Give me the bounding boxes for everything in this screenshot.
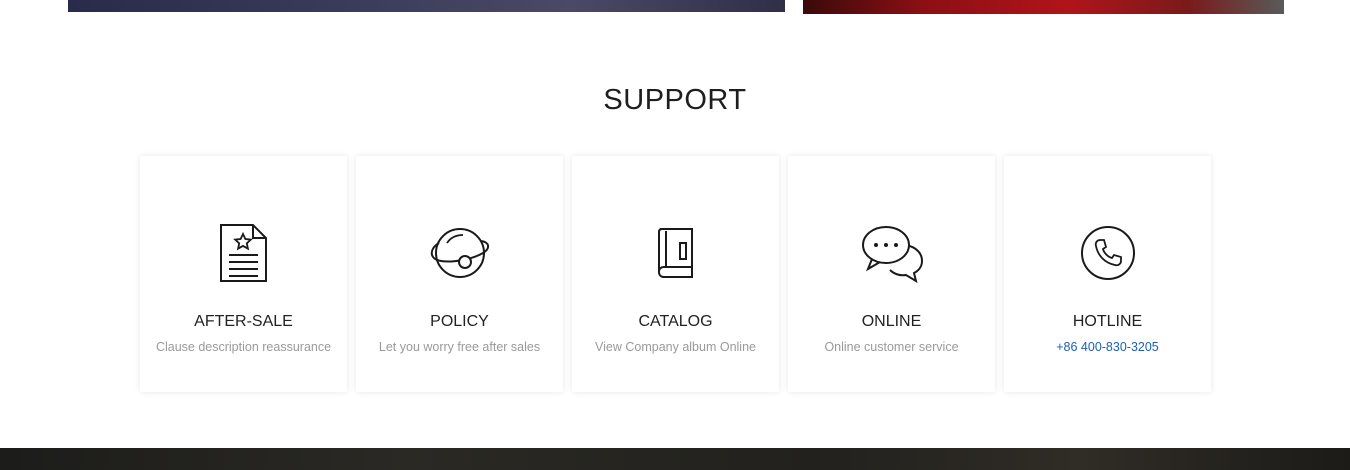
banner-image-left[interactable]: [68, 0, 785, 12]
card-title: POLICY: [430, 313, 489, 330]
card-description: View Company album Online: [595, 340, 756, 354]
support-cards: AFTER-SALE Clause description reassuranc…: [140, 156, 1211, 392]
book-icon: [572, 218, 779, 288]
card-catalog[interactable]: CATALOG View Company album Online: [572, 156, 779, 392]
planet-icon: [356, 218, 563, 288]
footer-background-image: [0, 448, 1350, 470]
card-title: HOTLINE: [1072, 313, 1143, 330]
card-online[interactable]: ONLINE Online customer service: [788, 156, 995, 392]
phone-icon: [1004, 218, 1211, 288]
card-hotline[interactable]: HOTLINE +86 400-830-3205: [1004, 156, 1211, 392]
card-description: Let you worry free after sales: [378, 340, 541, 354]
card-description: Online customer service: [824, 340, 959, 354]
page: SUPPORT AFTER-SALE Clause description re…: [0, 0, 1350, 470]
document-star-icon: [140, 218, 347, 288]
card-description: Clause description reassurance: [155, 340, 332, 354]
banner-image-right[interactable]: [803, 0, 1284, 14]
card-title: ONLINE: [861, 313, 922, 330]
chat-bubbles-icon: [788, 218, 995, 288]
section-title: SUPPORT: [603, 84, 747, 116]
card-after-sale[interactable]: AFTER-SALE Clause description reassuranc…: [140, 156, 347, 392]
hotline-phone-link[interactable]: +86 400-830-3205: [1004, 340, 1211, 354]
card-policy[interactable]: POLICY Let you worry free after sales: [356, 156, 563, 392]
card-title: AFTER-SALE: [194, 313, 293, 330]
card-title: CATALOG: [638, 313, 713, 330]
